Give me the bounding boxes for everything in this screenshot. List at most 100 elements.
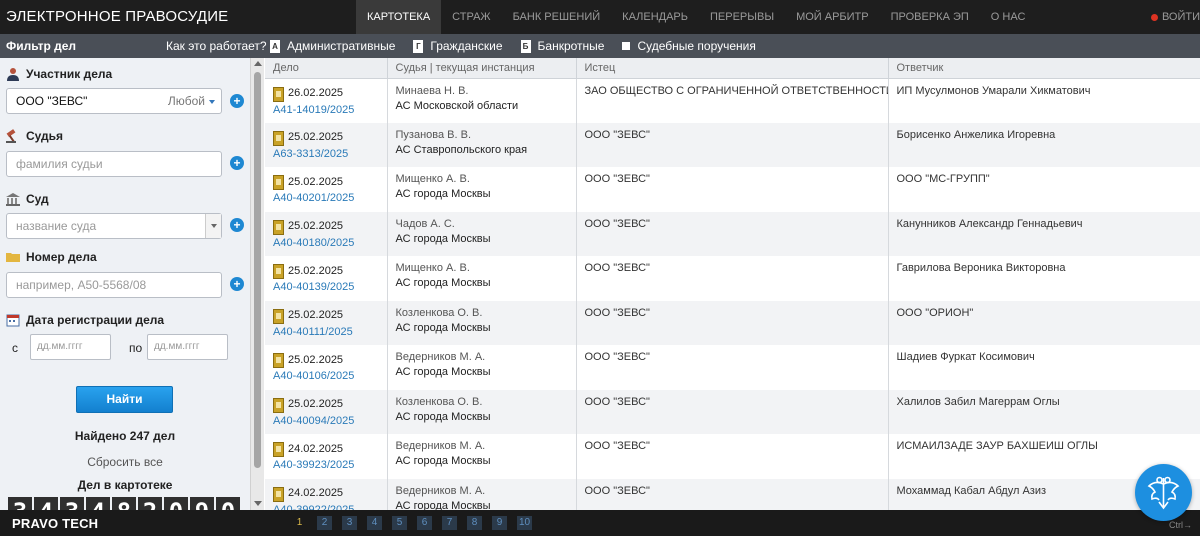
plaintiff-cell[interactable]: ООО "ЗЕВС" <box>576 389 889 434</box>
table-row[interactable]: 25.02.2025 А40-40106/2025 Ведерников М. А.… <box>265 345 1200 390</box>
court-name: АС города Москвы <box>395 321 491 334</box>
date-to-label: по <box>129 341 143 355</box>
court-select[interactable]: название суда <box>6 213 222 239</box>
sidebar-scrollbar[interactable] <box>250 58 264 510</box>
nav-item-o-nas[interactable]: О НАС <box>980 0 1037 34</box>
case-document-icon[interactable] <box>273 219 284 235</box>
how-it-works-link[interactable]: Как это работает? <box>166 39 267 53</box>
table-row[interactable]: 25.02.2025 А63-3313/2025 Пузанова В. В. АС … <box>265 122 1200 167</box>
page-8[interactable]: 8 <box>467 516 482 530</box>
case-type-civil[interactable]: Г Гражданские <box>413 39 503 53</box>
column-header-case[interactable]: Дело <box>265 58 388 79</box>
nav-item-bank-resheniy[interactable]: БАНК РЕШЕНИЙ <box>502 0 612 34</box>
plaintiff-cell[interactable]: ЗАО ОБЩЕСТВО С ОГРАНИЧЕННОЙ ОТВЕТСТВЕННО… <box>576 78 889 123</box>
column-header-judge[interactable]: Судья | текущая инстанция <box>387 58 577 79</box>
column-header-plaintiff[interactable]: Истец <box>576 58 889 79</box>
judge-input[interactable]: фамилия судьи <box>6 151 222 177</box>
defendant-cell[interactable]: Гаврилова Вероника Викторовна <box>888 256 1200 301</box>
defendant-cell[interactable]: Халилов Забил Магеррам Оглы <box>888 389 1200 434</box>
case-number-input[interactable]: например, А50-5568/08 <box>6 272 222 298</box>
case-document-icon[interactable] <box>273 130 284 146</box>
pravo-tech-logo[interactable]: PRAVO TECH <box>12 516 98 531</box>
case-number-link[interactable]: А40-40201/2025 <box>273 192 379 204</box>
case-number-link[interactable]: А40-40106/2025 <box>273 370 379 382</box>
page-10[interactable]: 10 <box>517 516 532 530</box>
case-type-bankruptcy[interactable]: Б Банкротные <box>520 39 604 53</box>
plaintiff-cell[interactable]: ООО "ЗЕВС" <box>576 122 889 167</box>
plaintiff-cell[interactable]: ООО "ЗЕВС" <box>576 167 889 212</box>
table-row[interactable]: 25.02.2025 А40-40201/2025 Мищенко А. В. АС … <box>265 167 1200 212</box>
plaintiff-cell[interactable]: ООО "ЗЕВС" <box>576 211 889 256</box>
page-4[interactable]: 4 <box>367 516 382 530</box>
plaintiff-cell[interactable]: ООО "ЗЕВС" <box>576 256 889 301</box>
case-number-link[interactable]: А40-40111/2025 <box>273 326 379 338</box>
case-number-link[interactable]: А40-40094/2025 <box>273 415 379 427</box>
add-judge-button[interactable]: + <box>230 156 244 170</box>
defendant-cell[interactable]: ООО "МС-ГРУПП" <box>888 167 1200 212</box>
table-row[interactable]: 25.02.2025 А40-40111/2025 Козленкова О. В.… <box>265 300 1200 345</box>
add-participant-button[interactable]: + <box>230 94 244 108</box>
participant-role-select[interactable]: Любой <box>168 89 215 113</box>
date-to-input[interactable]: дд.мм.гггг <box>147 334 228 360</box>
page-9[interactable]: 9 <box>492 516 507 530</box>
page-3[interactable]: 3 <box>342 516 357 530</box>
table-row[interactable]: 25.02.2025 А40-40094/2025 Козленкова О. В.… <box>265 389 1200 434</box>
scroll-thumb[interactable] <box>254 72 261 468</box>
case-type-administrative[interactable]: А Административные <box>270 39 395 53</box>
page-7[interactable]: 7 <box>442 516 457 530</box>
defendant-cell[interactable]: Канунников Александр Геннадьевич <box>888 211 1200 256</box>
table-row[interactable]: 24.02.2025 А40-39923/2025 Ведерников М. А.… <box>265 434 1200 479</box>
case-cell: 25.02.2025 А40-40094/2025 <box>265 389 388 434</box>
case-number-link[interactable]: А40-40180/2025 <box>273 237 379 249</box>
page-1[interactable]: 1 <box>292 516 307 530</box>
case-number-link[interactable]: А63-3313/2025 <box>273 148 379 160</box>
plaintiff-cell[interactable]: ООО "ЗЕВС" <box>576 478 889 510</box>
case-document-icon[interactable] <box>273 86 284 102</box>
nav-item-kartoteka[interactable]: КАРТОТЕКА <box>356 0 442 34</box>
reset-all-link[interactable]: Сбросить все <box>0 455 250 469</box>
case-document-icon[interactable] <box>273 353 284 368</box>
brand-title[interactable]: ЭЛЕКТРОННОЕ ПРАВОСУДИЕ <box>6 8 228 25</box>
nav-item-kalendar[interactable]: КАЛЕНДАРЬ <box>611 0 699 34</box>
table-row[interactable]: 25.02.2025 А40-40139/2025 Мищенко А. В. АС … <box>265 256 1200 301</box>
scroll-down-icon[interactable] <box>254 501 262 506</box>
case-number-link[interactable]: А40-40139/2025 <box>273 281 379 293</box>
case-number-link[interactable]: А41-14019/2025 <box>273 104 379 116</box>
case-document-icon[interactable] <box>273 486 284 502</box>
court-name: АС города Москвы <box>395 499 491 511</box>
plaintiff-cell[interactable]: ООО "ЗЕВС" <box>576 434 889 479</box>
table-row[interactable]: 26.02.2025 А41-14019/2025 Минаева Н. В. АС … <box>265 78 1200 123</box>
case-document-icon[interactable] <box>273 175 284 190</box>
table-row[interactable]: 25.02.2025 А40-40180/2025 Чадов А. С. АС го… <box>265 211 1200 256</box>
page-5[interactable]: 5 <box>392 516 407 530</box>
defendant-cell[interactable]: Борисенко Анжелика Игоревна <box>888 122 1200 167</box>
case-document-icon[interactable] <box>273 264 284 279</box>
case-document-icon[interactable] <box>273 397 284 413</box>
case-document-icon[interactable] <box>273 308 284 324</box>
page-6[interactable]: 6 <box>417 516 432 530</box>
find-button[interactable]: Найти <box>76 386 173 413</box>
table-row[interactable]: 24.02.2025 А40-39922/2025 Ведерников М. А.… <box>265 478 1200 511</box>
add-case-number-button[interactable]: + <box>230 277 244 291</box>
page-2[interactable]: 2 <box>317 516 332 530</box>
participant-input[interactable]: ООО "ЗЕВС" Любой <box>6 88 222 114</box>
plaintiff-cell[interactable]: ООО "ЗЕВС" <box>576 300 889 345</box>
login-link[interactable]: ВОЙТИ <box>1150 0 1200 34</box>
defendant-cell[interactable]: ИП Мусулмонов Умарали Хикматович <box>888 78 1200 123</box>
defendant-cell[interactable]: ООО "ОРИОН" <box>888 300 1200 345</box>
emblem-button[interactable] <box>1135 464 1192 521</box>
nav-item-moy-arbitr[interactable]: МОЙ АРБИТР <box>785 0 880 34</box>
defendant-cell[interactable]: Шадиев Фуркат Косимович <box>888 345 1200 390</box>
nav-item-pereryvy[interactable]: ПЕРЕРЫВЫ <box>699 0 785 34</box>
chevron-down-icon[interactable] <box>205 214 221 238</box>
column-header-defendant[interactable]: Ответчик <box>888 58 1200 79</box>
nav-item-strazh[interactable]: СТРАЖ <box>441 0 501 34</box>
case-document-icon[interactable] <box>273 442 284 457</box>
nav-item-proverka-ep[interactable]: ПРОВЕРКА ЭП <box>880 0 980 34</box>
plaintiff-cell[interactable]: ООО "ЗЕВС" <box>576 345 889 390</box>
date-from-input[interactable]: дд.мм.гггг <box>30 334 111 360</box>
scroll-up-icon[interactable] <box>254 61 262 66</box>
add-court-button[interactable]: + <box>230 218 244 232</box>
case-type-court-orders[interactable]: Судебные поручения <box>622 39 756 53</box>
case-number-link[interactable]: А40-39923/2025 <box>273 459 379 471</box>
